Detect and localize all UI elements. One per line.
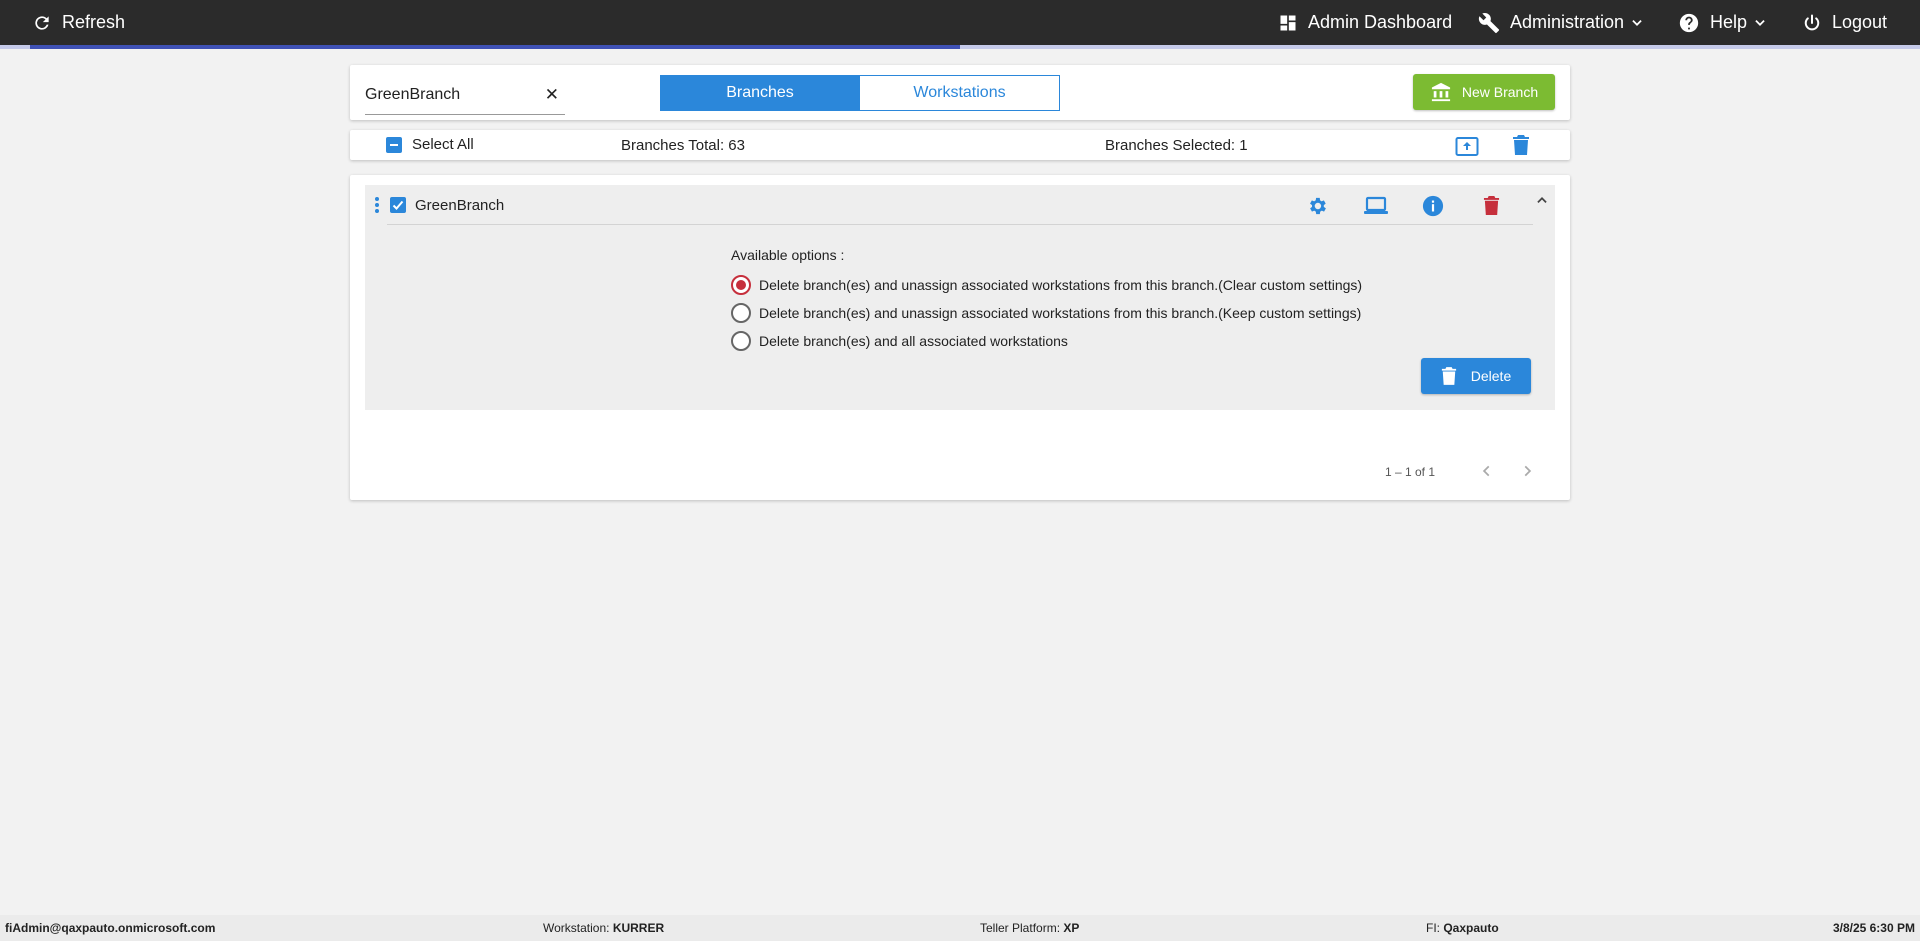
options-title: Available options : xyxy=(731,247,845,263)
collapse-button[interactable] xyxy=(1535,193,1549,207)
option-label: Delete branch(es) and unassign associate… xyxy=(759,305,1362,321)
administration-menu[interactable]: Administration xyxy=(1478,0,1654,45)
radio-unselected[interactable] xyxy=(731,331,751,351)
radio-selected[interactable] xyxy=(731,275,751,295)
kebab-icon[interactable] xyxy=(375,197,379,213)
wrench-icon xyxy=(1478,12,1500,33)
refresh-button[interactable]: Refresh xyxy=(32,0,125,45)
bulk-delete-button[interactable] xyxy=(1512,134,1530,156)
delete-options: Available options : Delete branch(es) an… xyxy=(731,247,1362,355)
indeterminate-checkbox-icon xyxy=(386,136,402,153)
dashboard-icon xyxy=(1280,15,1296,30)
status-footer: fiAdmin@qaxpauto.onmicrosoft.com Worksta… xyxy=(0,915,1920,941)
search-field: ✕ xyxy=(365,83,565,115)
chevron-right-icon xyxy=(1524,465,1532,477)
branch-checkbox[interactable] xyxy=(390,197,406,213)
refresh-icon xyxy=(35,15,49,30)
footer-workstation: Workstation: KURRER xyxy=(543,921,665,935)
help-label: Help xyxy=(1710,12,1748,32)
branch-settings-button[interactable] xyxy=(1306,195,1328,217)
chevron-down-icon xyxy=(1632,19,1642,26)
logout-button[interactable]: Logout xyxy=(1802,0,1887,45)
footer-datetime: 3/8/25 6:30 PM xyxy=(1832,921,1915,935)
refresh-label: Refresh xyxy=(62,12,126,32)
clear-search-icon[interactable]: ✕ xyxy=(545,85,559,105)
select-all-checkbox[interactable]: Select All xyxy=(386,136,474,153)
loading-progress-fill xyxy=(30,45,960,49)
radio-unselected[interactable] xyxy=(731,303,751,323)
power-icon xyxy=(1804,14,1820,30)
top-bar: Refresh Admin Dashboard Administration H… xyxy=(0,0,1920,45)
loading-progress-bar xyxy=(0,45,1920,49)
branches-summary-bar: Select All Branches Total: 63 Branches S… xyxy=(350,130,1570,160)
option-delete-all-workstations[interactable]: Delete branch(es) and all associated wor… xyxy=(731,327,1362,355)
branch-row-header[interactable]: GreenBranch xyxy=(365,185,1555,225)
footer-teller-platform: Teller Platform: XP xyxy=(980,921,1080,935)
search-input[interactable] xyxy=(365,83,535,107)
option-label: Delete branch(es) and all associated wor… xyxy=(759,333,1068,349)
paginator-range: 1 – 1 of 1 xyxy=(1384,465,1435,479)
previous-page-button[interactable] xyxy=(1480,463,1494,479)
option-delete-clear-settings[interactable]: Delete branch(es) and unassign associate… xyxy=(731,271,1362,299)
branch-expansion-panel: GreenBranch Available options : Delete b… xyxy=(365,185,1555,410)
branch-workstations-button[interactable] xyxy=(1363,196,1389,216)
upload-icon xyxy=(1455,137,1479,156)
branch-list: GreenBranch Available options : Delete b… xyxy=(350,175,1570,500)
admin-dashboard-label: Admin Dashboard xyxy=(1308,12,1453,32)
chevron-up-icon xyxy=(1537,197,1547,203)
view-toggle: Branches Workstations xyxy=(660,75,1060,111)
help-icon xyxy=(1679,13,1699,32)
branch-header-divider xyxy=(387,224,1533,225)
trash-icon xyxy=(1513,135,1529,155)
branch-name: GreenBranch xyxy=(415,197,505,214)
tab-branches[interactable]: Branches xyxy=(660,75,860,111)
chevron-down-icon xyxy=(1755,19,1765,26)
administration-label: Administration xyxy=(1510,12,1625,32)
search-toolbar: ✕ Branches Workstations New Branch xyxy=(350,65,1570,120)
bank-icon xyxy=(1431,82,1450,102)
info-icon xyxy=(1422,195,1444,217)
help-menu[interactable]: Help xyxy=(1678,0,1777,45)
new-branch-button[interactable]: New Branch xyxy=(1413,74,1555,110)
branches-selected: Branches Selected: 1 xyxy=(1105,137,1248,154)
delete-label: Delete xyxy=(1470,368,1512,384)
export-button[interactable] xyxy=(1455,135,1479,157)
branch-delete-button[interactable] xyxy=(1483,195,1500,216)
trash-icon xyxy=(1483,196,1500,215)
trash-icon xyxy=(1441,367,1456,385)
check-icon xyxy=(392,200,404,210)
admin-dashboard-link[interactable]: Admin Dashboard xyxy=(1278,0,1452,45)
footer-fi: FI: Qaxpauto xyxy=(1426,921,1499,935)
option-label: Delete branch(es) and unassign associate… xyxy=(759,277,1363,293)
new-branch-label: New Branch xyxy=(1461,84,1539,100)
next-page-button[interactable] xyxy=(1520,463,1534,479)
laptop-icon xyxy=(1364,196,1388,214)
delete-button[interactable]: Delete xyxy=(1421,358,1531,394)
gear-icon xyxy=(1310,197,1326,215)
chevron-left-icon xyxy=(1482,465,1490,477)
branch-info-button[interactable] xyxy=(1422,195,1444,217)
tab-workstations[interactable]: Workstations xyxy=(860,75,1060,111)
option-delete-keep-settings[interactable]: Delete branch(es) and unassign associate… xyxy=(731,299,1362,327)
branches-total: Branches Total: 63 xyxy=(621,137,745,154)
logout-label: Logout xyxy=(1832,12,1888,32)
footer-user: fiAdmin@qaxpauto.onmicrosoft.com xyxy=(5,921,216,935)
select-all-label: Select All xyxy=(412,136,474,153)
